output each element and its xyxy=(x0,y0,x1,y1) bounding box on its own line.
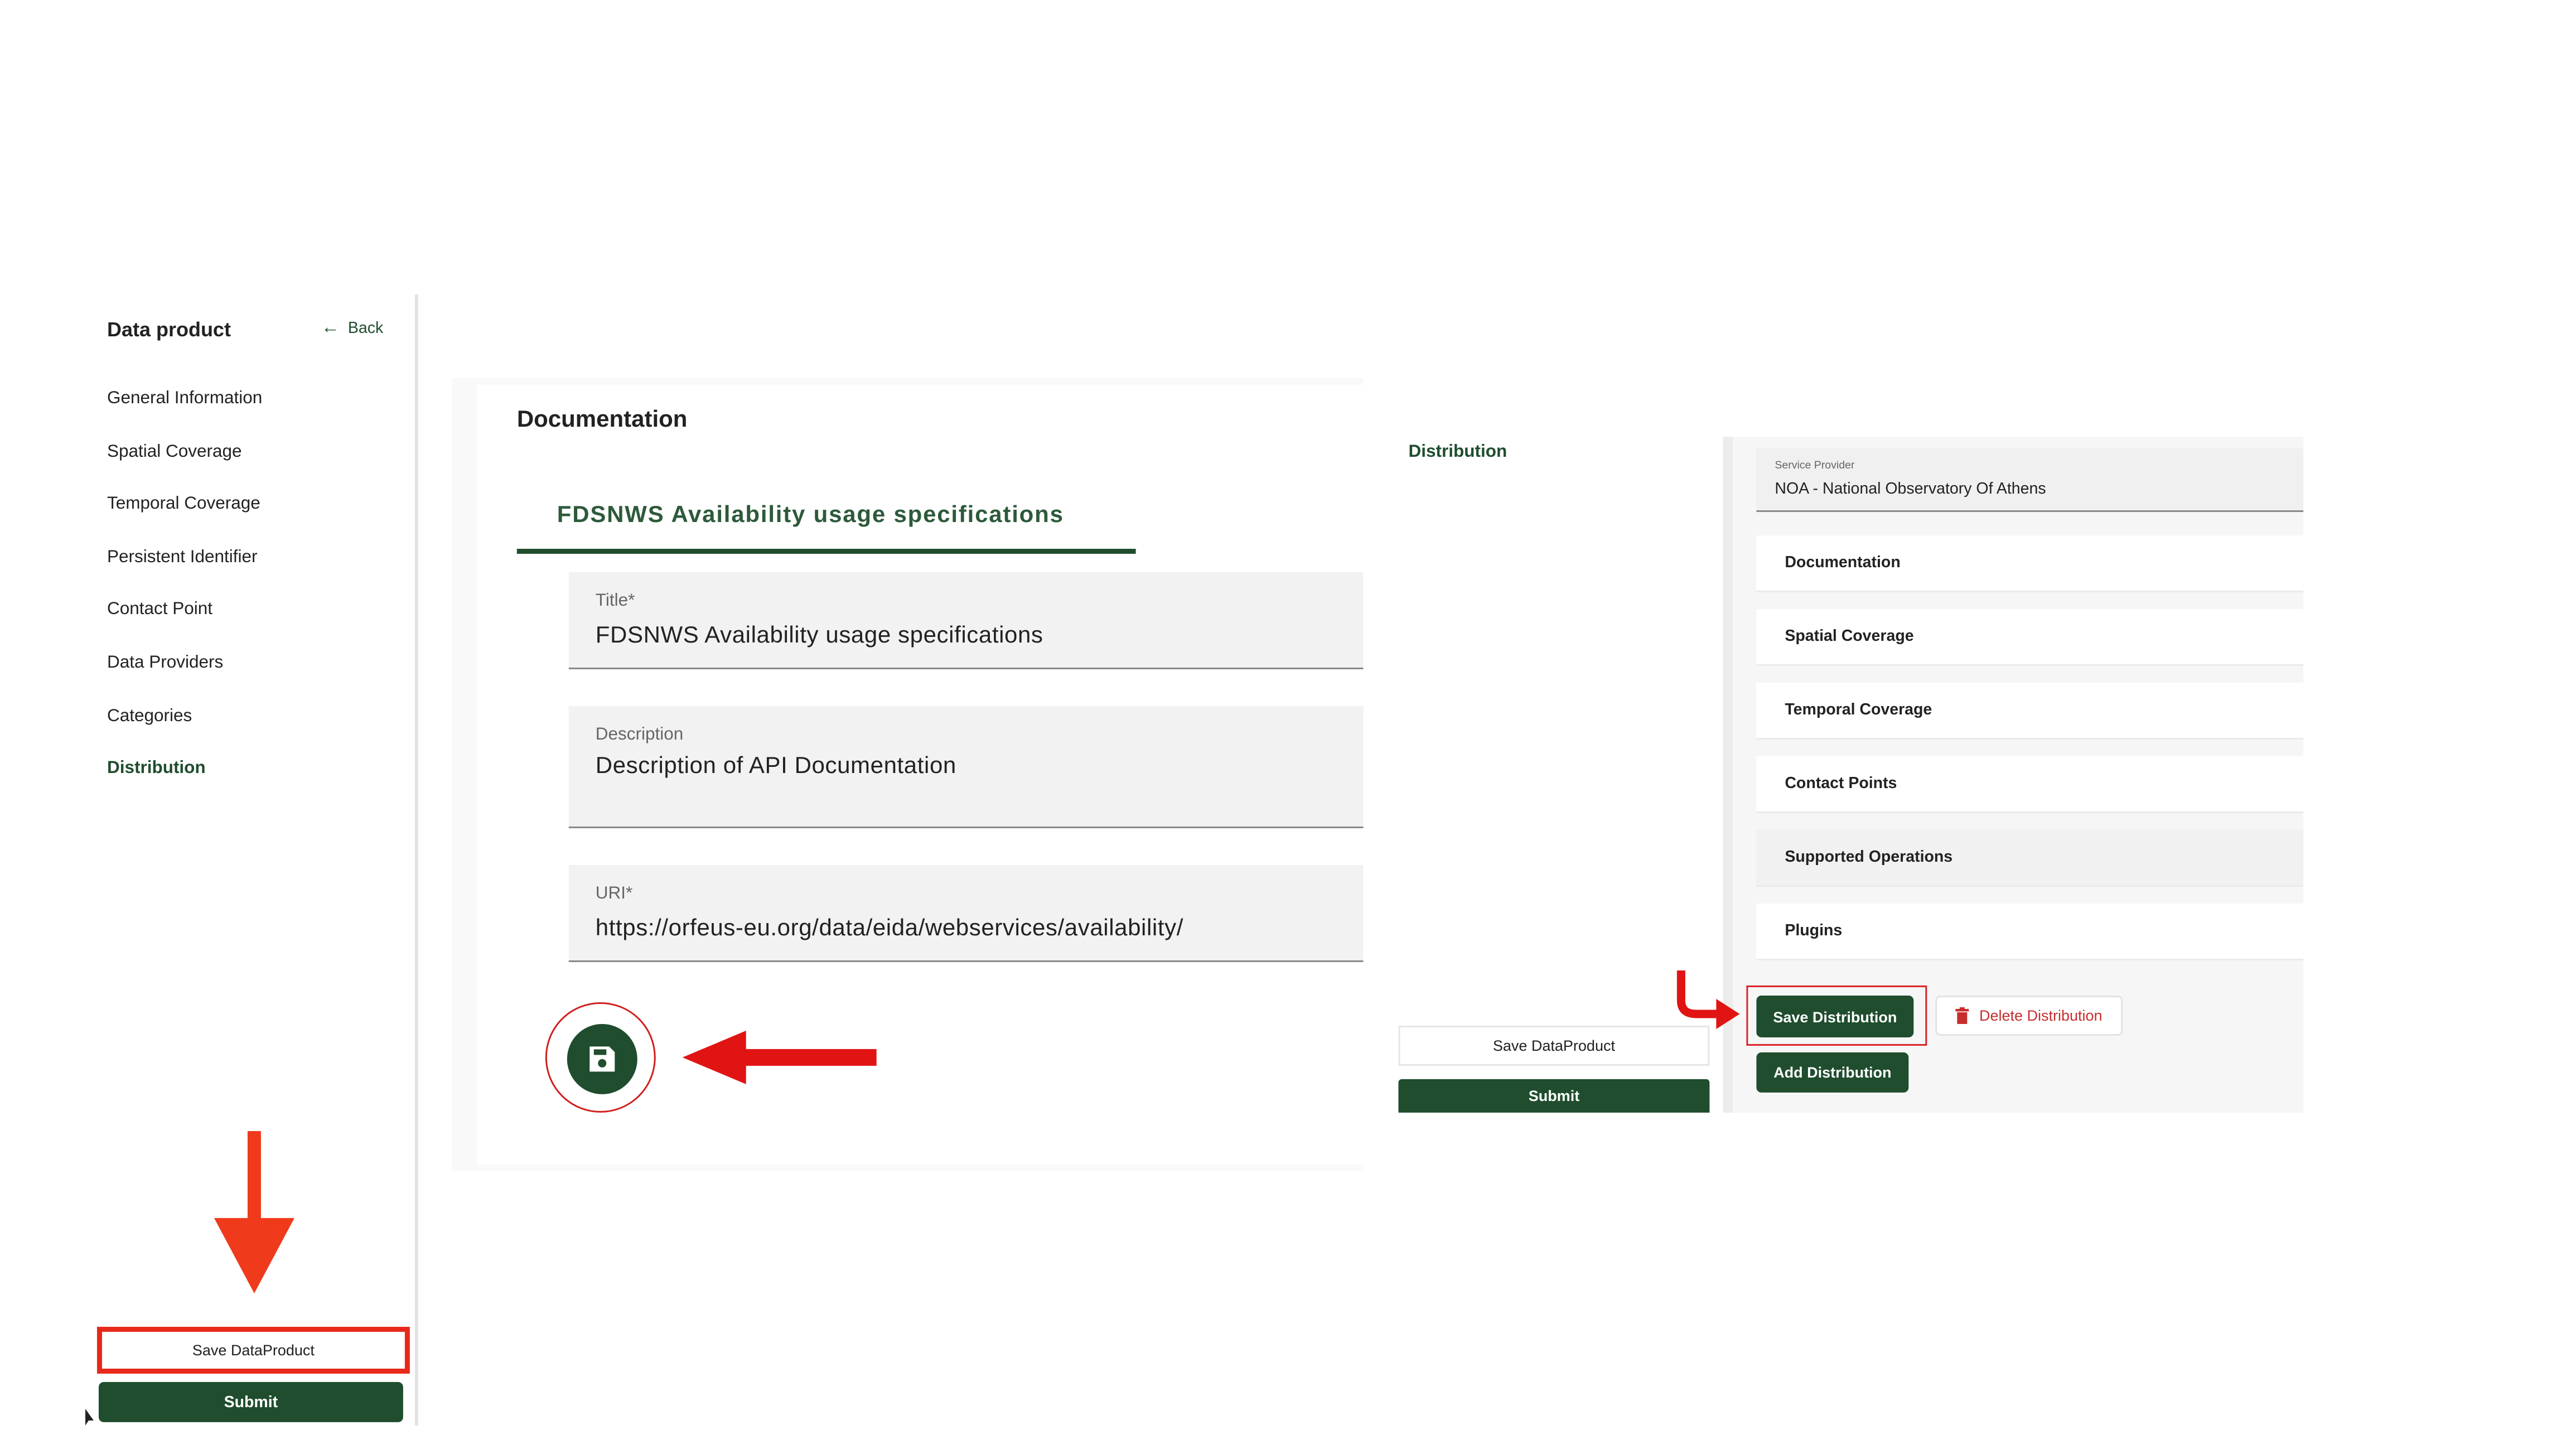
red-curved-arrow-icon xyxy=(1676,970,1740,1029)
service-provider-value: NOA - National Observatory Of Athens xyxy=(1775,480,2046,499)
section-label: Temporal Coverage xyxy=(1785,701,1932,719)
section-label: Documentation xyxy=(1785,553,1901,572)
title-field-value: FDSNWS Availability usage specifications xyxy=(595,620,1043,648)
sidebar-item-categories[interactable]: Categories xyxy=(107,706,192,726)
distribution-title[interactable]: Distribution xyxy=(1408,442,1507,462)
section-label: Plugins xyxy=(1785,921,1843,940)
distribution-submit-button[interactable]: Submit xyxy=(1398,1079,1710,1113)
red-arrow-left-icon xyxy=(682,1030,877,1084)
arrow-left-icon: ← xyxy=(321,317,340,338)
save-documentation-button[interactable] xyxy=(567,1023,637,1094)
service-provider-label: Service Provider xyxy=(1775,460,1855,472)
uri-field-label: URI* xyxy=(595,883,633,904)
section-temporal-coverage[interactable]: Temporal Coverage xyxy=(1756,682,2304,740)
sidebar-item-contact-point[interactable]: Contact Point xyxy=(107,599,212,619)
section-supported-operations[interactable]: Supported Operations xyxy=(1756,829,2304,887)
section-contact-points[interactable]: Contact Points xyxy=(1756,756,2304,813)
tab-underline xyxy=(516,548,1136,554)
uri-field[interactable]: URI* https://orfeus-eu.org/data/eida/web… xyxy=(568,864,1364,962)
section-documentation[interactable]: Documentation xyxy=(1756,535,2304,592)
sidebar-item-data-providers[interactable]: Data Providers xyxy=(107,653,223,673)
mouse-cursor-icon xyxy=(85,1408,94,1426)
description-field-label: Description xyxy=(595,724,684,745)
trash-icon xyxy=(1955,1007,1969,1024)
sidebar-item-general-information[interactable]: General Information xyxy=(107,388,262,408)
save-dataproduct-button[interactable]: Save DataProduct xyxy=(96,1326,410,1374)
section-label: Contact Points xyxy=(1785,774,1897,793)
sidebar-item-persistent-identifier[interactable]: Persistent Identifier xyxy=(107,547,258,567)
section-spatial-coverage[interactable]: Spatial Coverage xyxy=(1756,608,2304,666)
floppy-disk-icon xyxy=(589,1046,615,1072)
delete-distribution-button[interactable]: Delete Distribution xyxy=(1935,995,2123,1036)
red-arrow-down-icon xyxy=(214,1131,294,1293)
section-label: Spatial Coverage xyxy=(1785,627,1914,646)
add-distribution-button[interactable]: Add Distribution xyxy=(1756,1052,1909,1093)
description-field-value: Description of API Documentation xyxy=(595,751,956,778)
sidebar-item-temporal-coverage[interactable]: Temporal Coverage xyxy=(107,494,260,514)
title-field[interactable]: Title* FDSNWS Availability usage specifi… xyxy=(568,572,1364,669)
distribution-save-dataproduct-button[interactable]: Save DataProduct xyxy=(1398,1025,1710,1066)
documentation-heading: Documentation xyxy=(516,404,688,432)
section-label: Supported Operations xyxy=(1785,848,1953,867)
delete-distribution-label: Delete Distribution xyxy=(1979,1007,2103,1024)
uri-field-value: https://orfeus-eu.org/data/eida/webservi… xyxy=(595,913,1183,940)
back-label: Back xyxy=(347,319,384,338)
description-field[interactable]: Description Description of API Documenta… xyxy=(568,706,1364,828)
sidebar-divider xyxy=(414,294,418,1426)
save-distribution-button[interactable]: Save Distribution xyxy=(1756,995,1914,1037)
sidebar-item-distribution[interactable]: Distribution xyxy=(107,758,206,778)
sidebar-title: Data product xyxy=(107,317,231,341)
submit-button[interactable]: Submit xyxy=(98,1382,403,1422)
title-field-label: Title* xyxy=(595,590,635,611)
back-link[interactable]: ← Back xyxy=(321,317,384,338)
section-plugins[interactable]: Plugins xyxy=(1756,903,2304,960)
tab-fdsnws-availability[interactable]: FDSNWS Availability usage specifications xyxy=(557,500,1064,527)
sidebar-item-spatial-coverage[interactable]: Spatial Coverage xyxy=(107,442,242,462)
